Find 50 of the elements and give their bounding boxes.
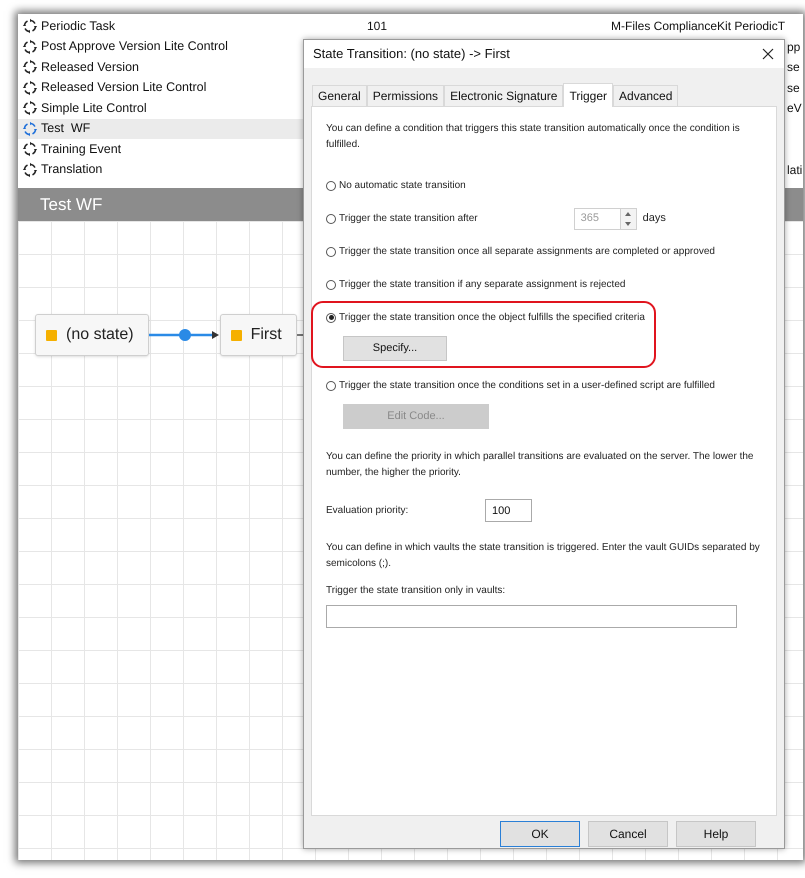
list-item[interactable]: Post Approve Version Lite Control (18, 36, 303, 57)
dialog-tab[interactable]: Advanced (613, 85, 678, 106)
option-button[interactable]: Specify... (343, 336, 447, 361)
priority-note: You can define the priority in which parallel transitions are evaluated on the server. The lower the number, the higher the priority. (326, 450, 754, 480)
cycle-icon (22, 120, 38, 137)
cycle-icon (22, 59, 38, 76)
cycle-icon (22, 80, 38, 96)
dialog-button[interactable]: Cancel (588, 821, 668, 847)
radio-option[interactable]: Trigger the state transition if any separate assignment is rejected (326, 277, 626, 292)
table-cell-text: 101 (367, 18, 388, 36)
state-marker-icon (230, 330, 242, 340)
priority-field[interactable]: 100 (485, 499, 532, 522)
intro-text: You can define a condition that triggers this state transition automatically once the condition is fulfilled. (326, 122, 741, 152)
table-cell-text: M-Files ComplianceKit PeriodicT (611, 18, 786, 36)
radio-option[interactable]: Trigger the state transition once all separate assignments are completed or approved (326, 244, 715, 259)
table-cell-text: lati (787, 162, 802, 179)
list-item[interactable]: Released Version (18, 57, 303, 78)
vaults-note: You can define in which vaults the state transition is triggered. Enter the vault GUIDs separated by semicolons (;). (326, 541, 761, 571)
close-icon[interactable] (762, 48, 774, 60)
list-item[interactable]: Training Event (18, 139, 303, 160)
cycle-icon (22, 162, 38, 178)
state-marker-icon (46, 330, 57, 340)
dialog-tab[interactable]: Trigger (563, 83, 614, 107)
transition-arrow[interactable] (148, 328, 220, 342)
table-cell-text: pp (787, 38, 800, 56)
list-item[interactable]: Released Version Lite Control (18, 78, 303, 98)
table-cell-text: eV (787, 100, 802, 118)
radio-option[interactable]: Trigger the state transition once the conditions set in a user-defined script are fulfilled (326, 378, 715, 393)
table-cell-text: se (787, 80, 800, 97)
state-node[interactable]: First (220, 314, 297, 356)
priority-label: Evaluation priority: (326, 504, 410, 518)
cycle-icon (22, 38, 38, 55)
dialog-tab[interactable]: General (312, 85, 367, 106)
dialog-tab[interactable]: Electronic Signature (444, 85, 564, 106)
list-item[interactable]: Periodic Task (18, 16, 303, 36)
list-item[interactable]: Simple Lite Control (18, 98, 303, 118)
list-item[interactable]: Translation (18, 160, 303, 180)
cycle-icon (22, 18, 38, 34)
dialog-tab[interactable]: Permissions (366, 85, 444, 106)
dialog-button[interactable]: Help (676, 821, 756, 847)
cycle-icon (22, 100, 38, 116)
dialog-button[interactable]: OK (500, 821, 580, 847)
radio-option[interactable]: Trigger the state transition once the object fulfills the specified criteria (326, 310, 645, 325)
table-cell-text: se (787, 59, 800, 76)
vaults-label: Trigger the state transition only in vaults: (326, 584, 506, 598)
vaults-field[interactable] (326, 605, 737, 628)
dialog-title: State Transition: (no state) -> First (313, 45, 510, 64)
cycle-icon (22, 141, 38, 158)
list-item[interactable]: Test WF (18, 118, 303, 139)
state-node[interactable]: (no state) (35, 314, 149, 356)
